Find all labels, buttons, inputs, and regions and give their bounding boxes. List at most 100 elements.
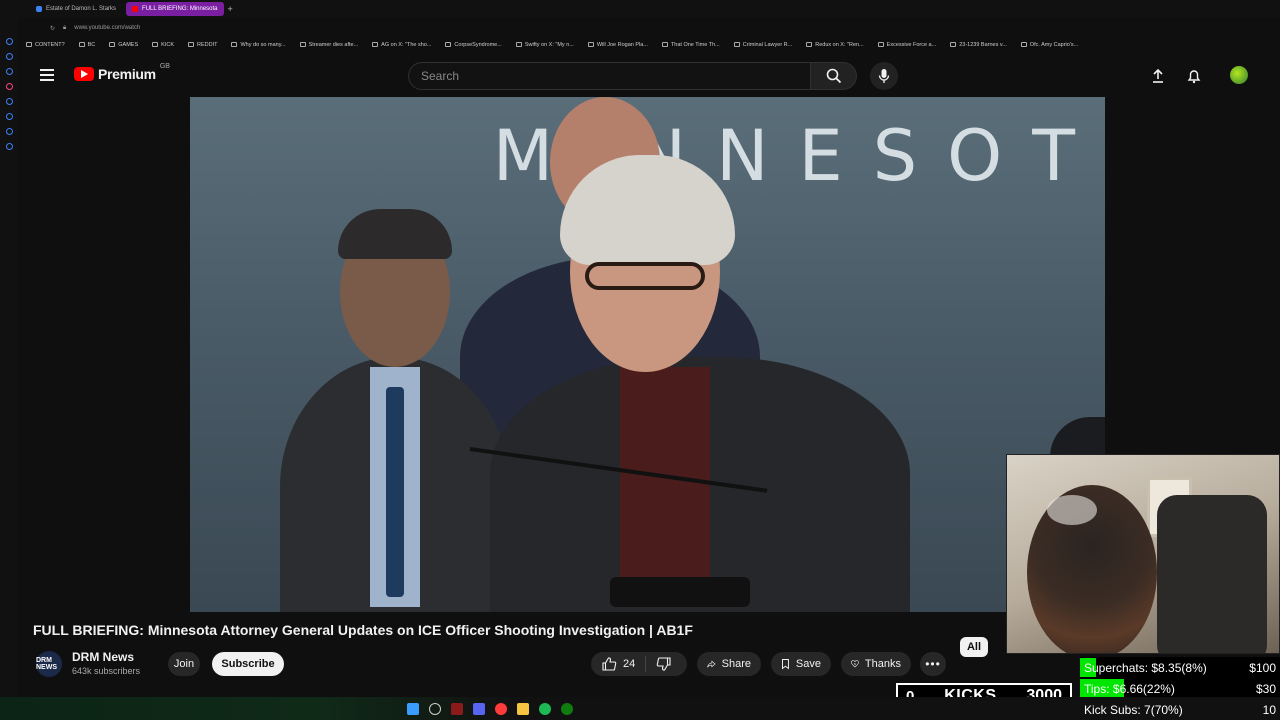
create-button[interactable] bbox=[1148, 66, 1168, 86]
sidebar-app-icon[interactable] bbox=[5, 143, 13, 150]
webcam-headphones bbox=[1047, 495, 1097, 525]
bookmark-icon bbox=[188, 42, 194, 48]
bell-icon bbox=[1187, 70, 1201, 84]
taskbar-spotify-icon[interactable] bbox=[539, 702, 551, 715]
video-person-speaker-shirt bbox=[620, 367, 710, 607]
sidebar-app-icon[interactable] bbox=[5, 128, 13, 135]
browser-tab[interactable]: Estate of Damon L. Starks bbox=[30, 2, 122, 16]
like-count: 24 bbox=[623, 658, 636, 670]
taskbar-app-icon[interactable] bbox=[451, 702, 463, 715]
taskbar-browser-icon[interactable] bbox=[495, 702, 507, 715]
bookmark-item[interactable]: AG on X: "The sho... bbox=[372, 42, 431, 48]
bookmark-icon bbox=[109, 42, 116, 48]
bookmark-icon bbox=[661, 42, 668, 48]
bookmark-label: 23-1239 Barnes v... bbox=[959, 42, 1007, 48]
browser-tab-bar: Estate of Damon L. Starks FULL BRIEFING:… bbox=[0, 0, 1280, 18]
notifications-button[interactable] bbox=[1184, 66, 1204, 86]
search-input[interactable]: Search bbox=[408, 62, 811, 90]
bookmark-label: BC bbox=[87, 42, 96, 48]
youtube-favicon-icon bbox=[132, 6, 139, 12]
channel-avatar[interactable]: DRM NEWS bbox=[36, 651, 62, 677]
tab-label: FULL BRIEFING: Minnesota bbox=[142, 6, 218, 12]
bookmark-icon bbox=[299, 42, 306, 48]
bookmark-label: CorpseSyndrome... bbox=[454, 42, 502, 48]
bookmark-label: Swifty on X: "My n... bbox=[524, 42, 574, 48]
goal-label: Tips: $6.66(22%) bbox=[1084, 681, 1175, 696]
goal-target: 10 bbox=[1262, 702, 1276, 717]
sidebar-app-icon[interactable] bbox=[5, 38, 13, 45]
browser-tab-active[interactable]: FULL BRIEFING: Minnesota bbox=[126, 2, 224, 16]
video-player[interactable]: MINNESOT bbox=[190, 97, 1105, 612]
bookmark-item[interactable]: Ofc. Amy Caprio's... bbox=[1020, 42, 1078, 48]
search-button[interactable] bbox=[811, 62, 857, 90]
bookmark-label: Excessive Force a... bbox=[886, 42, 937, 48]
like-button[interactable]: 24 bbox=[591, 656, 647, 672]
sidebar-app-icon[interactable] bbox=[5, 113, 13, 120]
bookmark-icon bbox=[950, 42, 957, 48]
bookmark-icon bbox=[806, 42, 813, 48]
share-icon bbox=[707, 660, 716, 668]
bookmark-item[interactable]: CONTENT? bbox=[26, 42, 65, 48]
bookmark-label: Streamer dies afte... bbox=[308, 42, 359, 48]
bookmark-item[interactable]: Redux on X: "Ren... bbox=[806, 42, 864, 48]
youtube-logo[interactable]: Premium GB bbox=[74, 62, 170, 82]
bookmark-label: REDDIT bbox=[197, 42, 218, 48]
subscriber-count: 643k subscribers bbox=[72, 666, 141, 676]
dislike-button[interactable] bbox=[646, 656, 672, 672]
video-person-speaker-glasses bbox=[585, 262, 705, 290]
bookmark-label: GAMES bbox=[118, 42, 139, 48]
bookmark-item[interactable]: CorpseSyndrome... bbox=[445, 42, 502, 48]
url-text[interactable]: www.youtube.com/watch bbox=[74, 25, 140, 31]
bookmark-item[interactable]: BC bbox=[78, 42, 96, 48]
lock-icon: 🔒︎ bbox=[63, 24, 67, 31]
thanks-button[interactable]: $ Thanks bbox=[841, 652, 911, 676]
bookmark-item[interactable]: KICK bbox=[152, 42, 174, 48]
sidebar-app-icon[interactable] bbox=[5, 68, 13, 75]
bookmark-label: Will Joe Rogan Pla... bbox=[596, 42, 648, 48]
sidebar-app-icon[interactable] bbox=[5, 53, 13, 60]
share-button[interactable]: Share bbox=[697, 652, 761, 676]
streamer-webcam bbox=[1006, 454, 1280, 654]
bookmark-item[interactable]: That One Time Th... bbox=[661, 42, 720, 48]
goal-target: $100 bbox=[1249, 660, 1276, 675]
reload-icon[interactable]: ↻ bbox=[50, 25, 55, 32]
bookmark-icon bbox=[26, 42, 32, 48]
taskbar-app-icon[interactable] bbox=[473, 702, 485, 715]
save-label: Save bbox=[795, 658, 821, 670]
bookmark-item[interactable]: GAMES bbox=[109, 42, 138, 48]
voice-search-button[interactable] bbox=[870, 62, 898, 90]
join-button[interactable]: Join bbox=[168, 652, 200, 676]
avatar[interactable] bbox=[1230, 66, 1248, 84]
taskbar-search-icon[interactable] bbox=[429, 702, 441, 715]
country-code: GB bbox=[159, 62, 170, 70]
sidebar-app-icon[interactable] bbox=[5, 98, 13, 105]
menu-icon[interactable] bbox=[40, 69, 54, 81]
channel-name[interactable]: DRM News bbox=[72, 650, 134, 664]
subscribe-button[interactable]: Subscribe bbox=[212, 652, 284, 676]
bookmark-icon bbox=[372, 42, 379, 48]
address-bar[interactable]: ↻ 🔒︎ www.youtube.com/watch bbox=[18, 20, 1280, 36]
sidebar-app-icon[interactable] bbox=[5, 83, 13, 90]
goal-label: Superchats: $8.35(8%) bbox=[1084, 660, 1207, 675]
bookmark-item[interactable]: Why do so many... bbox=[231, 42, 286, 48]
windows-start-icon[interactable] bbox=[407, 702, 419, 715]
bookmark-item[interactable]: Will Joe Rogan Pla... bbox=[587, 42, 648, 48]
more-actions-button[interactable]: ••• bbox=[920, 652, 946, 676]
new-tab-icon[interactable]: + bbox=[228, 4, 233, 14]
bookmark-item[interactable]: REDDIT bbox=[188, 42, 217, 48]
bookmark-item[interactable]: Swifty on X: "My n... bbox=[515, 42, 574, 48]
goal-target: $30 bbox=[1255, 681, 1276, 696]
logo-text: Premium bbox=[98, 66, 156, 82]
bookmark-item[interactable]: 23-1239 Barnes v... bbox=[950, 42, 1007, 48]
bookmark-item[interactable]: Excessive Force a... bbox=[877, 42, 937, 48]
taskbar-xbox-icon[interactable] bbox=[561, 702, 573, 715]
bookmark-label: Redux on X: "Ren... bbox=[815, 42, 864, 48]
webcam-chair bbox=[1157, 495, 1267, 653]
filter-chip-all[interactable]: All bbox=[960, 637, 988, 657]
bookmark-icon bbox=[782, 659, 789, 670]
join-label: Join bbox=[173, 658, 195, 670]
bookmark-item[interactable]: Streamer dies afte... bbox=[299, 42, 359, 48]
bookmark-item[interactable]: Criminal Lawyer R... bbox=[733, 42, 792, 48]
taskbar-folder-icon[interactable] bbox=[517, 702, 529, 715]
save-button[interactable]: Save bbox=[771, 652, 831, 676]
